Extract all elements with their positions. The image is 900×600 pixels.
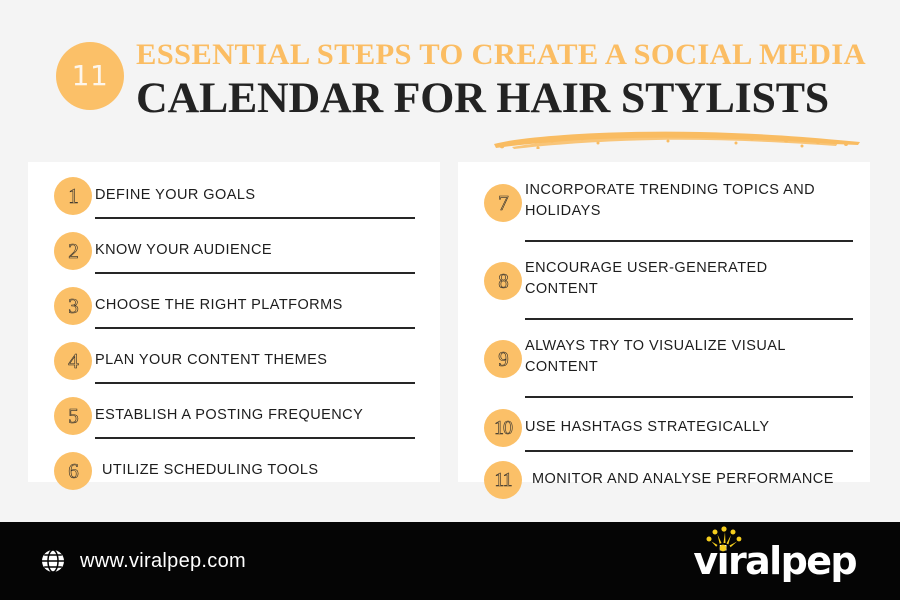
sparkle-icon bbox=[706, 526, 742, 552]
divider bbox=[525, 318, 853, 320]
divider bbox=[95, 217, 415, 219]
step-number-circle: 4 bbox=[54, 342, 92, 380]
divider bbox=[95, 327, 415, 329]
steps-card-left: 1 DEFINE YOUR GOALS 2 KNOW YOUR AUDIENCE… bbox=[28, 162, 440, 490]
step-number: 3 bbox=[68, 293, 79, 318]
step-number: 1 bbox=[68, 183, 79, 208]
list-item: 2 KNOW YOUR AUDIENCE bbox=[28, 227, 440, 275]
step-number-circle: 9 bbox=[484, 340, 522, 378]
step-number-circle: 7 bbox=[484, 184, 522, 222]
list-item: 5 ESTABLISH A POSTING FREQUENCY bbox=[28, 392, 440, 440]
divider bbox=[525, 450, 853, 452]
step-label: ENCOURAGE USER-GENERATED CONTENT bbox=[525, 260, 768, 298]
divider bbox=[95, 437, 415, 439]
divider bbox=[95, 272, 415, 274]
list-item: 3 CHOOSE THE RIGHT PLATFORMS bbox=[28, 282, 440, 330]
globe-icon bbox=[42, 549, 64, 573]
list-item: 6 UTILIZE SCHEDULING TOOLS bbox=[28, 447, 440, 495]
list-item: 4 PLAN YOUR CONTENT THEMES bbox=[28, 337, 440, 385]
list-item: 8 ENCOURAGE USER-GENERATED CONTENT bbox=[458, 250, 870, 312]
steps-list-right: 7 INCORPORATE TRENDING TOPICS AND HOLIDA… bbox=[458, 162, 870, 499]
step-label: KNOW YOUR AUDIENCE bbox=[95, 242, 273, 259]
step-number: 5 bbox=[68, 403, 79, 428]
step-number-circle: 11 bbox=[484, 461, 522, 499]
list-item: 10 USE HASHTAGS STRATEGICALLY bbox=[458, 406, 870, 450]
list-item: 11 MONITOR AND ANALYSE PERFORMANCE bbox=[458, 458, 870, 502]
list-item: 9 ALWAYS TRY TO VISUALIZE VISUAL CONTENT bbox=[458, 328, 870, 390]
step-number: 2 bbox=[68, 238, 79, 263]
step-number: 8 bbox=[498, 268, 509, 293]
step-label: USE HASHTAGS STRATEGICALLY bbox=[525, 419, 770, 436]
divider bbox=[525, 240, 853, 242]
step-count-number: 11 bbox=[71, 59, 109, 92]
step-number: 7 bbox=[498, 190, 509, 215]
step-number-circle: 3 bbox=[54, 287, 92, 325]
step-label: MONITOR AND ANALYSE PERFORMANCE bbox=[532, 471, 834, 488]
list-item: 1 DEFINE YOUR GOALS bbox=[28, 172, 440, 220]
title-line-1: ESSENTIAL STEPS TO CREATE A SOCIAL MEDIA bbox=[136, 38, 866, 71]
step-label: UTILIZE SCHEDULING TOOLS bbox=[102, 462, 319, 479]
website-url-text: www.viralpep.com bbox=[80, 549, 246, 572]
header: 11 ESSENTIAL STEPS TO CREATE A SOCIAL ME… bbox=[0, 0, 900, 150]
title-line-2: CALENDAR FOR HAIR STYLISTS bbox=[136, 75, 829, 122]
divider bbox=[95, 382, 415, 384]
steps-list-left: 1 DEFINE YOUR GOALS 2 KNOW YOUR AUDIENCE… bbox=[28, 162, 440, 490]
step-number-circle: 6 bbox=[54, 452, 92, 490]
viralpep-logo[interactable]: viralpep bbox=[693, 522, 858, 600]
title-block: ESSENTIAL STEPS TO CREATE A SOCIAL MEDIA bbox=[136, 40, 876, 149]
step-label: INCORPORATE TRENDING TOPICS AND HOLIDAYS bbox=[525, 182, 816, 220]
step-count-badge: 11 bbox=[56, 42, 124, 110]
step-number-circle: 2 bbox=[54, 232, 92, 270]
list-item: 7 INCORPORATE TRENDING TOPICS AND HOLIDA… bbox=[458, 172, 870, 234]
step-label: PLAN YOUR CONTENT THEMES bbox=[95, 352, 328, 369]
step-number-circle: 8 bbox=[484, 262, 522, 300]
step-label: DEFINE YOUR GOALS bbox=[95, 187, 256, 204]
step-number: 11 bbox=[494, 469, 513, 491]
step-label: CHOOSE THE RIGHT PLATFORMS bbox=[95, 297, 343, 314]
footer-bar: www.viralpep.com viralpep bbox=[0, 522, 900, 600]
step-number-circle: 10 bbox=[484, 409, 522, 447]
title-line-2-wrapper: CALENDAR FOR HAIR STYLISTS bbox=[136, 77, 876, 149]
divider bbox=[525, 396, 853, 398]
step-number: 4 bbox=[68, 348, 79, 373]
website-link[interactable]: www.viralpep.com bbox=[40, 522, 246, 600]
step-number: 10 bbox=[494, 417, 514, 439]
step-number-circle: 1 bbox=[54, 177, 92, 215]
step-number: 9 bbox=[498, 346, 509, 371]
step-label: ALWAYS TRY TO VISUALIZE VISUAL CONTENT bbox=[525, 338, 786, 376]
steps-card-right: 7 INCORPORATE TRENDING TOPICS AND HOLIDA… bbox=[458, 162, 870, 499]
step-number-circle: 5 bbox=[54, 397, 92, 435]
step-number: 6 bbox=[68, 458, 79, 483]
brush-underline-icon bbox=[494, 131, 860, 149]
step-label: ESTABLISH A POSTING FREQUENCY bbox=[95, 407, 364, 424]
